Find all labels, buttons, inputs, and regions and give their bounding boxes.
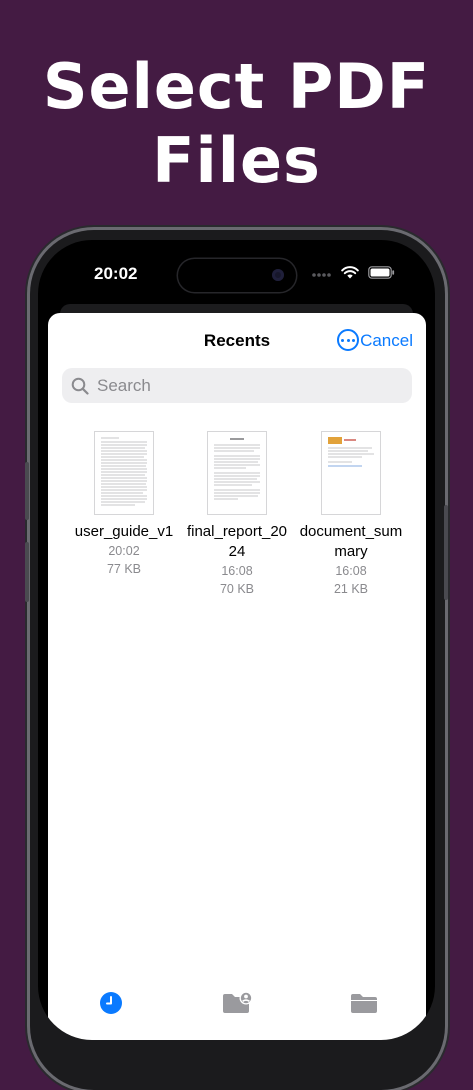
pdf-thumbnail bbox=[207, 431, 267, 515]
magnifier-icon bbox=[71, 377, 89, 395]
file-time: 16:08 bbox=[221, 564, 253, 578]
file-time: 16:08 bbox=[335, 564, 367, 578]
file-size: 77 KB bbox=[106, 562, 142, 576]
headline-line-2: Files bbox=[152, 124, 321, 197]
file-item[interactable]: document_summary 16:08 21 KB bbox=[295, 431, 407, 598]
tab-bar bbox=[48, 991, 426, 1031]
file-size: 70 KB bbox=[219, 582, 255, 596]
file-size: 21 KB bbox=[333, 582, 369, 596]
file-item[interactable]: final_report_2024 16:08 70 KB bbox=[181, 431, 293, 598]
file-name: user_guide_v1 bbox=[74, 523, 174, 540]
camera-icon bbox=[272, 269, 284, 281]
search-field[interactable] bbox=[62, 368, 412, 403]
tab-browse[interactable] bbox=[350, 991, 378, 1020]
dynamic-island bbox=[178, 259, 296, 292]
cancel-button[interactable]: Cancel bbox=[360, 331, 413, 351]
wifi-icon bbox=[341, 266, 359, 279]
clock-icon bbox=[100, 992, 122, 1014]
tab-shared[interactable] bbox=[222, 991, 254, 1020]
volume-down-button bbox=[25, 542, 29, 602]
file-item[interactable]: user_guide_v1 20:02 77 KB bbox=[68, 431, 180, 578]
pdf-thumbnail bbox=[321, 431, 381, 515]
shared-folder-icon bbox=[223, 991, 253, 1013]
status-time: 20:02 bbox=[94, 264, 138, 283]
search-input[interactable] bbox=[95, 374, 399, 397]
pdf-thumbnail bbox=[94, 431, 154, 515]
phone-screen: 20:02 Recents Cancel Search user_guide_v… bbox=[38, 240, 435, 1040]
ellipsis-circle-icon[interactable] bbox=[337, 329, 359, 351]
signal-icon bbox=[312, 272, 331, 277]
file-name: final_report_2024 bbox=[186, 523, 288, 560]
headline: Select PDF Files bbox=[0, 50, 473, 198]
tab-recents[interactable] bbox=[99, 991, 123, 1020]
battery-icon bbox=[368, 266, 395, 279]
file-time: 20:02 bbox=[108, 544, 140, 558]
status-icons bbox=[312, 266, 395, 279]
document-picker-sheet: Recents Cancel Search user_guide_v1 20:0… bbox=[48, 313, 426, 1040]
headline-line-1: Select PDF bbox=[42, 50, 431, 123]
file-name: document_summary bbox=[299, 523, 403, 560]
folder-icon bbox=[351, 994, 377, 1013]
volume-up-button bbox=[25, 462, 29, 520]
side-button bbox=[444, 505, 448, 600]
